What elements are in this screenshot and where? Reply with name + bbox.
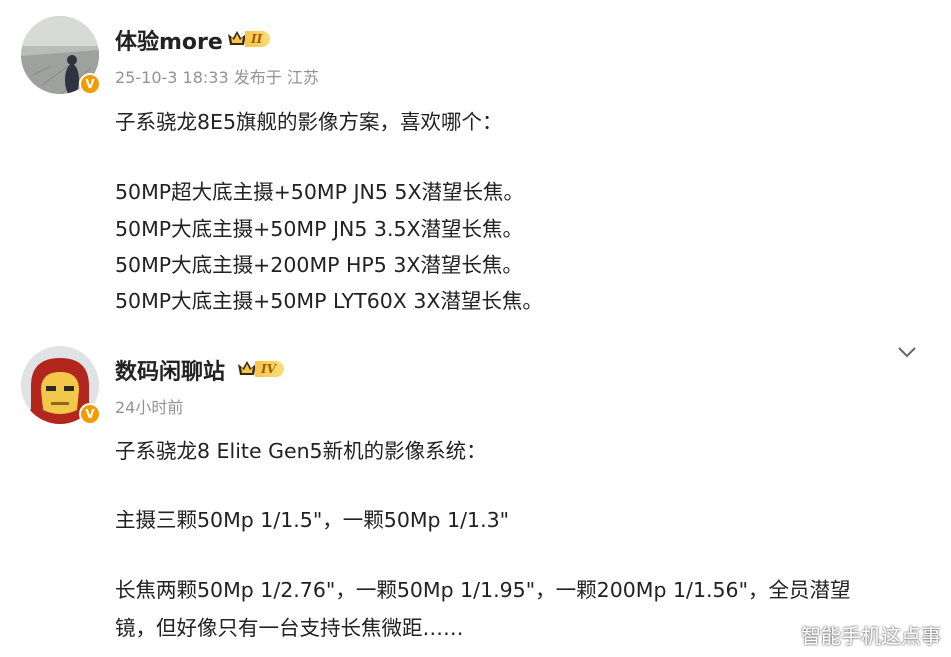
level-label: II xyxy=(245,31,271,47)
watermark: 智能手机这点事 xyxy=(801,624,941,648)
chevron-down-icon[interactable] xyxy=(897,346,917,358)
post-text-line: 50MP大底主摄+50MP JN5 3.5X潜望长焦。 xyxy=(115,217,524,241)
verified-icon: V xyxy=(79,73,101,95)
post-text-line: 镜，但好像只有一台支持长焦微距…… xyxy=(115,616,464,640)
post-text-line: 50MP大底主摄+200MP HP5 3X潜望长焦。 xyxy=(115,253,523,277)
post-text-line: 50MP大底主摄+50MP LYT60X 3X潜望长焦。 xyxy=(115,289,543,313)
verified-icon: V xyxy=(79,403,101,425)
user-level-badge[interactable]: II xyxy=(226,29,271,49)
post-text-line: 子系骁龙8 Elite Gen5新机的影像系统： xyxy=(115,439,487,463)
post-text-line: 长焦两颗50Mp 1/2.76"，一颗50Mp 1/1.95"，一颗200Mp … xyxy=(115,578,851,602)
level-label: IV xyxy=(255,361,284,377)
post-text-line: 子系骁龙8E5旗舰的影像方案，喜欢哪个： xyxy=(115,110,503,134)
post-timestamp[interactable]: 25-10-3 18:33 发布于 江苏 xyxy=(115,64,319,88)
author-name[interactable]: 体验more xyxy=(115,24,223,56)
post-timestamp[interactable]: 24小时前 xyxy=(115,394,183,418)
author-name[interactable]: 数码闲聊站 xyxy=(115,354,225,386)
post-text-line: 50MP超大底主摄+50MP JN5 5X潜望长焦。 xyxy=(115,180,524,204)
user-level-badge[interactable]: IV xyxy=(236,359,284,379)
post-text-line: 主摄三颗50Mp 1/1.5"，一颗50Mp 1/1.3" xyxy=(115,508,510,532)
